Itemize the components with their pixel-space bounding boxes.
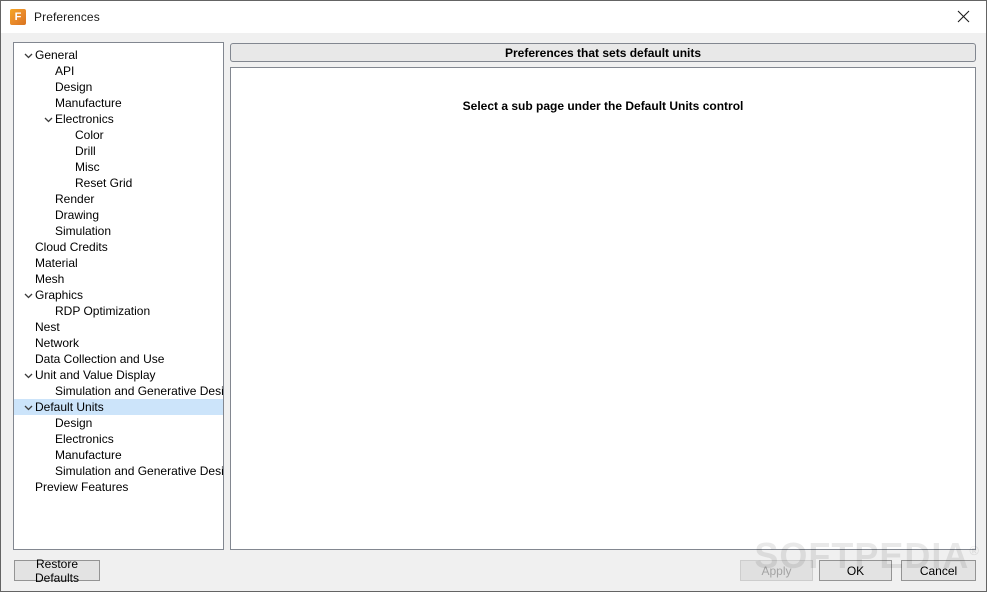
tree-item-label: Color	[75, 128, 104, 142]
tree-item-network[interactable]: Network	[14, 335, 223, 351]
tree-item-reset-grid[interactable]: Reset Grid	[14, 175, 223, 191]
tree-item-label: Drill	[75, 144, 96, 158]
tree-item-label: Network	[35, 336, 80, 350]
title-bar: F Preferences	[1, 1, 986, 33]
tree-item-design[interactable]: Design	[14, 79, 223, 95]
tree-item-render[interactable]: Render	[14, 191, 223, 207]
tree-item-label: Design	[55, 416, 93, 430]
tree-item-material[interactable]: Material	[14, 255, 223, 271]
tree-item-label: Manufacture	[55, 448, 122, 462]
tree-item-label: Graphics	[35, 288, 84, 302]
tree-item-label: Preview Features	[35, 480, 129, 494]
tree-item-label: Reset Grid	[75, 176, 133, 190]
ok-button[interactable]: OK	[819, 560, 892, 581]
tree-item-label: Render	[55, 192, 95, 206]
tree-item-label: Unit and Value Display	[35, 368, 156, 382]
fusion-f-icon: F	[10, 8, 26, 25]
tree-item-manufacture[interactable]: Manufacture	[14, 95, 223, 111]
tree-item-label: Design	[55, 80, 93, 94]
restore-defaults-button[interactable]: Restore Defaults	[14, 557, 100, 585]
content-panel: Select a sub page under the Default Unit…	[230, 67, 976, 550]
preferences-dialog: F Preferences General API Design Manufactur…	[0, 0, 987, 592]
tree-item-mesh[interactable]: Mesh	[14, 271, 223, 287]
preferences-tree-panel[interactable]: General API Design Manufacture Electronics Co…	[13, 42, 224, 550]
chevron-down-icon[interactable]	[22, 371, 35, 380]
tree-item-electronics[interactable]: Electronics	[14, 111, 223, 127]
window-title: Preferences	[34, 9, 100, 24]
tree-item-drill[interactable]: Drill	[14, 143, 223, 159]
tree-item-data-collection-and-use[interactable]: Data Collection and Use	[14, 351, 223, 367]
tree-item-default-units[interactable]: Default Units	[14, 399, 223, 415]
tree-item-label: Simulation and Generative Design	[55, 384, 224, 398]
tree-item-label: Electronics	[55, 432, 114, 446]
tree-item-label: Cloud Credits	[35, 240, 108, 254]
tree-item-misc[interactable]: Misc	[14, 159, 223, 175]
tree-item-rdp-optimization[interactable]: RDP Optimization	[14, 303, 223, 319]
tree-item-api[interactable]: API	[14, 63, 223, 79]
chevron-down-icon[interactable]	[22, 51, 35, 60]
tree-item-label: Simulation	[55, 224, 112, 238]
page-title: Preferences that sets default units	[230, 43, 976, 62]
apply-button[interactable]: Apply	[740, 560, 813, 581]
tree-item-unit-and-value-display[interactable]: Unit and Value Display	[14, 367, 223, 383]
tree-item-label: Material	[35, 256, 78, 270]
tree-item-color[interactable]: Color	[14, 127, 223, 143]
tree-item-simulation[interactable]: Simulation	[14, 223, 223, 239]
tree-item-label: API	[55, 64, 75, 78]
tree-item-label: Drawing	[55, 208, 100, 222]
chevron-down-icon[interactable]	[22, 291, 35, 300]
tree-item-nest[interactable]: Nest	[14, 319, 223, 335]
tree-item-design[interactable]: Design	[14, 415, 223, 431]
tree-item-label: Misc	[75, 160, 100, 174]
tree-item-drawing[interactable]: Drawing	[14, 207, 223, 223]
chevron-down-icon[interactable]	[22, 403, 35, 412]
tree-item-label: Manufacture	[55, 96, 122, 110]
close-icon[interactable]	[940, 1, 986, 32]
tree-item-electronics[interactable]: Electronics	[14, 431, 223, 447]
preferences-tree: General API Design Manufacture Electronics Co…	[14, 43, 223, 495]
cancel-button[interactable]: Cancel	[901, 560, 976, 581]
tree-item-simulation-and-generative-design[interactable]: Simulation and Generative Design	[14, 383, 223, 399]
tree-item-label: Simulation and Generative Design	[55, 464, 224, 478]
content-message: Select a sub page under the Default Unit…	[462, 99, 744, 113]
tree-item-label: Mesh	[35, 272, 65, 286]
tree-item-general[interactable]: General	[14, 47, 223, 63]
tree-item-label: Electronics	[55, 112, 114, 126]
chevron-down-icon[interactable]	[42, 115, 55, 124]
dialog-body: General API Design Manufacture Electronics Co…	[1, 33, 986, 591]
tree-item-cloud-credits[interactable]: Cloud Credits	[14, 239, 223, 255]
tree-item-graphics[interactable]: Graphics	[14, 287, 223, 303]
tree-item-label: Default Units	[35, 400, 104, 414]
tree-item-label: RDP Optimization	[55, 304, 151, 318]
tree-item-label: General	[35, 48, 78, 62]
tree-item-label: Data Collection and Use	[35, 352, 165, 366]
tree-item-label: Nest	[35, 320, 60, 334]
tree-item-simulation-and-generative-design[interactable]: Simulation and Generative Design	[14, 463, 223, 479]
tree-item-preview-features[interactable]: Preview Features	[14, 479, 223, 495]
tree-item-manufacture[interactable]: Manufacture	[14, 447, 223, 463]
